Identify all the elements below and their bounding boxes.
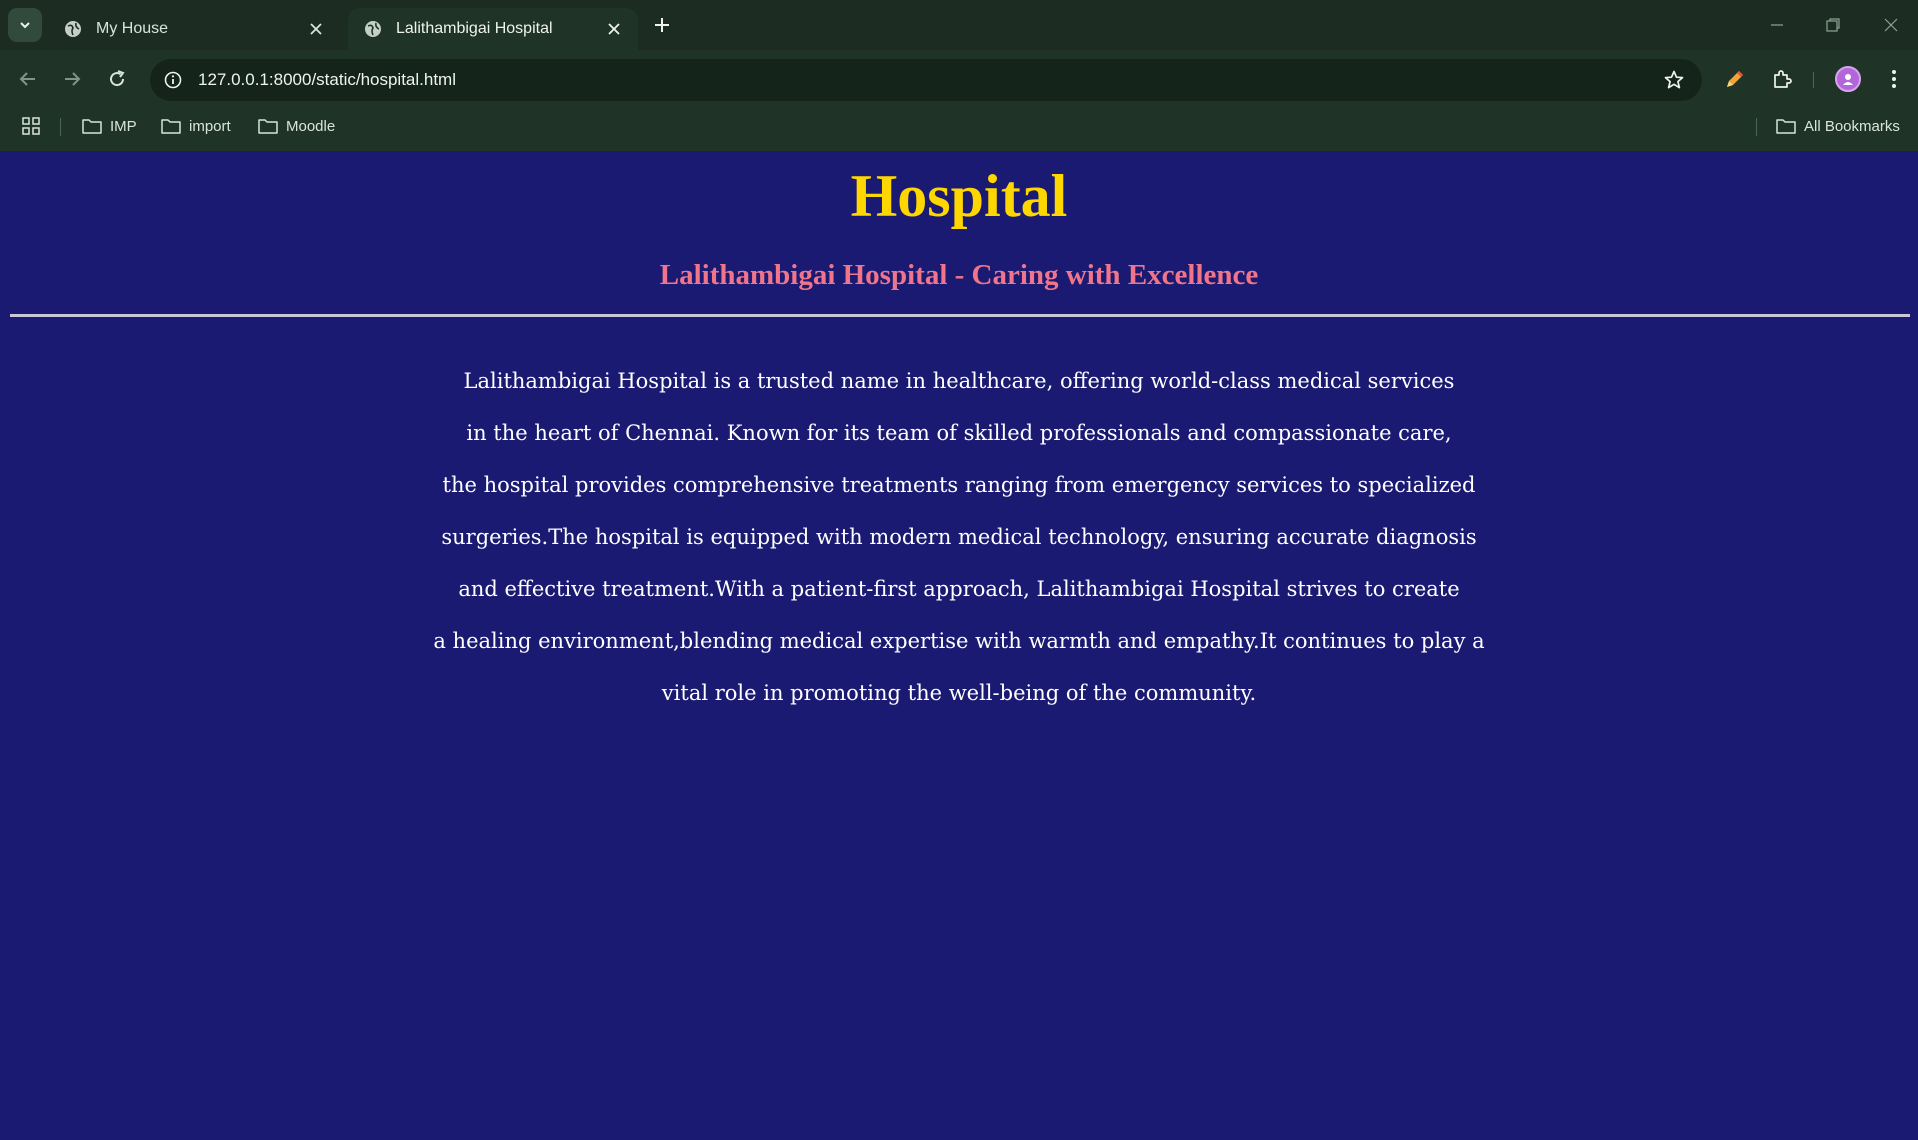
star-icon[interactable] <box>1662 68 1686 92</box>
browser-chrome: My House Lalithambigai Hospital 127.0.0.… <box>0 0 1918 151</box>
folder-icon <box>1776 119 1796 134</box>
folder-icon <box>161 119 181 134</box>
bookmark-label: Moodle <box>286 117 336 135</box>
page-content: Hospital Lalithambigai Hospital - Caring… <box>0 151 1918 1140</box>
tab-title: Lalithambigai Hospital <box>396 20 553 37</box>
paragraph-line: vital role in promoting the well-being o… <box>661 681 1257 705</box>
description-paragraph: Lalithambigai Hospital is a trusted name… <box>0 355 1918 719</box>
bookmark-folder-imp[interactable]: IMP <box>82 114 137 138</box>
profile-avatar[interactable] <box>1834 65 1862 93</box>
url-text[interactable]: 127.0.0.1:8000/static/hospital.html <box>198 70 456 90</box>
reload-icon[interactable] <box>103 65 131 93</box>
folder-icon <box>82 119 102 134</box>
bookmark-folder-import[interactable]: import <box>161 114 231 138</box>
kebab-menu-icon[interactable] <box>1880 65 1908 93</box>
bookmarks-divider <box>1756 118 1757 136</box>
close-icon[interactable] <box>306 19 326 39</box>
address-bar[interactable]: 127.0.0.1:8000/static/hospital.html <box>150 59 1702 101</box>
toolbar: 127.0.0.1:8000/static/hospital.html <box>0 55 1918 103</box>
paragraph-line: the hospital provides comprehensive trea… <box>442 473 1476 497</box>
paragraph-line: a healing environment,blending medical e… <box>433 629 1485 653</box>
tab-title: My House <box>96 20 169 37</box>
horizontal-rule <box>10 314 1910 317</box>
globe-icon <box>64 20 82 38</box>
new-tab-button[interactable] <box>650 13 674 37</box>
close-window-icon[interactable] <box>1876 10 1906 40</box>
page-title: Hospital <box>850 163 1068 229</box>
bookmark-label: import <box>189 117 231 135</box>
puzzle-icon[interactable] <box>1768 65 1796 93</box>
all-bookmarks-button[interactable]: All Bookmarks <box>1776 114 1900 138</box>
restore-icon[interactable] <box>1818 10 1848 40</box>
pencil-extension-icon[interactable] <box>1721 65 1749 93</box>
tab-lalithambigai-hospital[interactable]: Lalithambigai Hospital <box>348 8 638 50</box>
bookmarks-divider <box>60 118 61 136</box>
paragraph-line: and effective treatment.With a patient-f… <box>458 577 1460 601</box>
bookmarks-bar: IMP import Moodle All Bookmarks <box>0 110 1918 140</box>
paragraph-line: Lalithambigai Hospital is a trusted name… <box>463 369 1455 393</box>
tab-strip: My House Lalithambigai Hospital <box>0 0 1918 50</box>
folder-icon <box>258 119 278 134</box>
back-arrow-icon[interactable] <box>14 65 42 93</box>
forward-arrow-icon[interactable] <box>58 65 86 93</box>
minimize-icon[interactable] <box>1762 10 1792 40</box>
all-bookmarks-label: All Bookmarks <box>1804 117 1900 135</box>
bookmark-folder-moodle[interactable]: Moodle <box>258 114 335 138</box>
tab-my-house[interactable]: My House <box>48 8 340 50</box>
paragraph-line: surgeries.The hospital is equipped with … <box>441 525 1477 549</box>
tab-search-icon[interactable] <box>8 8 42 42</box>
globe-icon <box>364 20 382 38</box>
close-icon[interactable] <box>604 19 624 39</box>
paragraph-line: in the heart of Chennai. Known for its t… <box>466 421 1452 445</box>
bookmark-label: IMP <box>110 117 137 135</box>
toolbar-divider <box>1813 72 1814 88</box>
apps-grid-icon[interactable] <box>22 114 48 138</box>
plus-icon <box>655 18 669 32</box>
page-subtitle: Lalithambigai Hospital - Caring with Exc… <box>659 259 1259 291</box>
site-info-icon[interactable] <box>160 67 186 93</box>
